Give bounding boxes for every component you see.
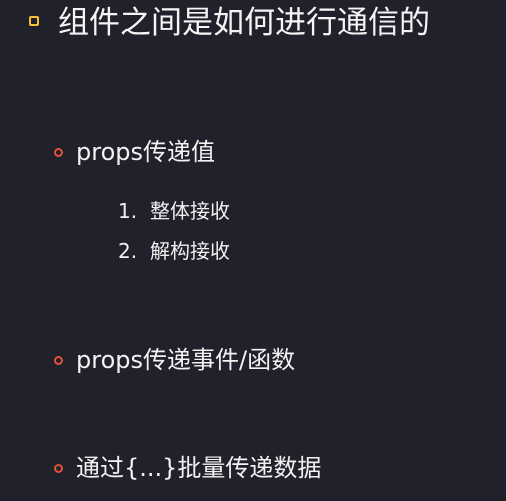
slide-title: 组件之间是如何进行通信的 <box>58 5 430 41</box>
bullet-icon <box>54 148 63 157</box>
slide: 组件之间是如何进行通信的 props传递值 1. 整体接收 2. 解构接收 prop… <box>0 0 506 501</box>
bullet-item-props-event: props传递事件/函数 <box>76 346 296 374</box>
list-number: 2. <box>118 239 138 263</box>
list-item-label: 解构接收 <box>150 239 230 263</box>
numbered-item-1: 1. 整体接收 <box>118 198 230 224</box>
title-bullet-icon <box>29 16 39 26</box>
bullet-item-props-value: props传递值 <box>76 138 215 166</box>
bullet-icon <box>54 464 63 473</box>
bullet-icon <box>54 356 63 365</box>
bullet-item-spread-data: 通过{...}批量传递数据 <box>76 454 322 482</box>
numbered-item-2: 2. 解构接收 <box>118 238 230 264</box>
list-number: 1. <box>118 199 138 223</box>
list-item-label: 整体接收 <box>150 199 230 223</box>
